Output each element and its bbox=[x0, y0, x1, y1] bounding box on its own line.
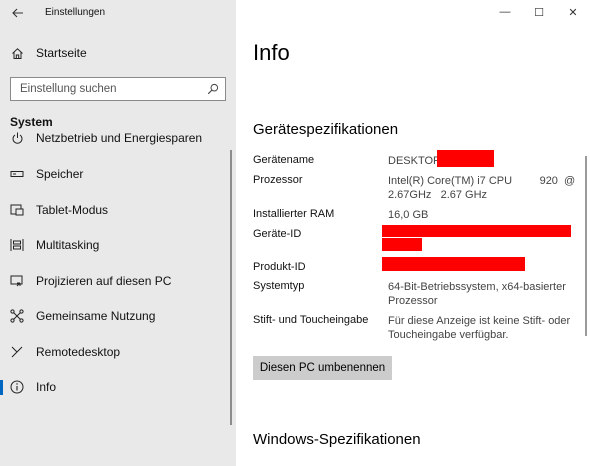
sidebar-item-label: Startseite bbox=[36, 46, 87, 60]
sidebar-item-storage[interactable]: Speicher bbox=[0, 159, 230, 189]
main-scrollbar[interactable] bbox=[585, 156, 587, 336]
sidebar-item-label: Netzbetrieb und Energiesparen bbox=[36, 131, 203, 145]
maximize-button[interactable]: ☐ bbox=[522, 0, 556, 24]
spec-value[interactable]: Intel(R) Core(TM) i7 CPU 920 @ 2.67GHz 2… bbox=[388, 174, 578, 202]
sidebar-item-tablet-mode[interactable]: Tablet-Modus bbox=[0, 195, 230, 225]
remote-desktop-icon bbox=[10, 345, 24, 359]
maximize-icon: ☐ bbox=[534, 6, 544, 19]
redaction-box bbox=[382, 225, 571, 237]
power-icon bbox=[10, 131, 24, 145]
search-input[interactable]: Einstellung suchen bbox=[10, 77, 226, 101]
titlebar-left: Einstellungen bbox=[0, 0, 236, 26]
redaction-box bbox=[382, 257, 525, 271]
search-placeholder: Einstellung suchen bbox=[20, 83, 117, 95]
sidebar-item-share[interactable]: Gemeinsame Nutzung bbox=[0, 301, 230, 331]
share-icon bbox=[10, 309, 24, 323]
minimize-icon: — bbox=[499, 6, 511, 18]
sidebar-nav-list: Netzbetrieb und Energiesparen Speicher T… bbox=[0, 128, 236, 466]
sidebar-item-label: Projizieren auf diesen PC bbox=[36, 274, 172, 288]
sidebar-item-label: Info bbox=[36, 380, 57, 394]
back-button[interactable] bbox=[6, 3, 30, 23]
spec-label: Installierter RAM bbox=[253, 208, 335, 220]
spec-label: Gerätename bbox=[253, 154, 315, 166]
redaction-box bbox=[437, 150, 494, 167]
spec-label: Prozessor bbox=[253, 174, 303, 186]
main-content: — ☐ ✕ Info Gerätespezifikationen Geräten… bbox=[236, 0, 590, 466]
project-icon bbox=[10, 274, 24, 288]
rename-pc-button[interactable]: Diesen PC umbenennen bbox=[253, 356, 392, 380]
close-button[interactable]: ✕ bbox=[556, 0, 590, 24]
window-controls: — ☐ ✕ bbox=[488, 0, 590, 24]
sidebar-item-label: Remotedesktop bbox=[36, 345, 121, 359]
sidebar-item-info[interactable]: Info bbox=[0, 372, 230, 402]
search-icon[interactable] bbox=[207, 83, 219, 95]
device-specs-heading: Gerätespezifikationen bbox=[253, 121, 399, 138]
spec-value[interactable]: Für diese Anzeige ist keine Stift- oder … bbox=[388, 314, 578, 342]
spec-label: Geräte-ID bbox=[253, 228, 302, 240]
close-icon: ✕ bbox=[568, 6, 578, 19]
back-arrow-icon bbox=[12, 8, 23, 18]
windows-specs-heading: Windows-Spezifikationen bbox=[253, 431, 421, 448]
multitasking-icon bbox=[10, 238, 24, 252]
sidebar-scrollbar[interactable] bbox=[230, 150, 232, 425]
spec-label: Systemtyp bbox=[253, 280, 305, 292]
sidebar: Einstellungen Startseite Einstellung suc… bbox=[0, 0, 236, 466]
sidebar-item-project[interactable]: Projizieren auf diesen PC bbox=[0, 266, 230, 296]
sidebar-item-label: Speicher bbox=[36, 167, 84, 181]
sidebar-item-home[interactable]: Startseite bbox=[0, 40, 236, 66]
app-title: Einstellungen bbox=[45, 7, 106, 18]
section-title-system: System bbox=[10, 115, 53, 129]
minimize-button[interactable]: — bbox=[488, 0, 522, 24]
sidebar-item-power[interactable]: Netzbetrieb und Energiesparen bbox=[0, 128, 230, 153]
sidebar-item-label: Tablet-Modus bbox=[36, 203, 109, 217]
home-icon bbox=[10, 46, 24, 60]
redaction-box bbox=[382, 238, 422, 251]
sidebar-item-remote-desktop[interactable]: Remotedesktop bbox=[0, 337, 230, 367]
spec-value[interactable]: 16,0 GB bbox=[388, 208, 578, 222]
tablet-mode-icon bbox=[10, 203, 24, 217]
sidebar-item-label: Multitasking bbox=[36, 238, 100, 252]
info-icon bbox=[10, 380, 24, 394]
storage-icon bbox=[10, 167, 24, 181]
sidebar-item-label: Gemeinsame Nutzung bbox=[36, 309, 156, 323]
sidebar-item-multitasking[interactable]: Multitasking bbox=[0, 230, 230, 260]
spec-label: Stift- und Toucheingabe bbox=[253, 314, 369, 326]
spec-value[interactable]: 64-Bit-Betriebssystem, x64-basierter Pro… bbox=[388, 280, 578, 308]
page-title: Info bbox=[253, 40, 290, 65]
spec-label: Produkt-ID bbox=[253, 261, 306, 273]
